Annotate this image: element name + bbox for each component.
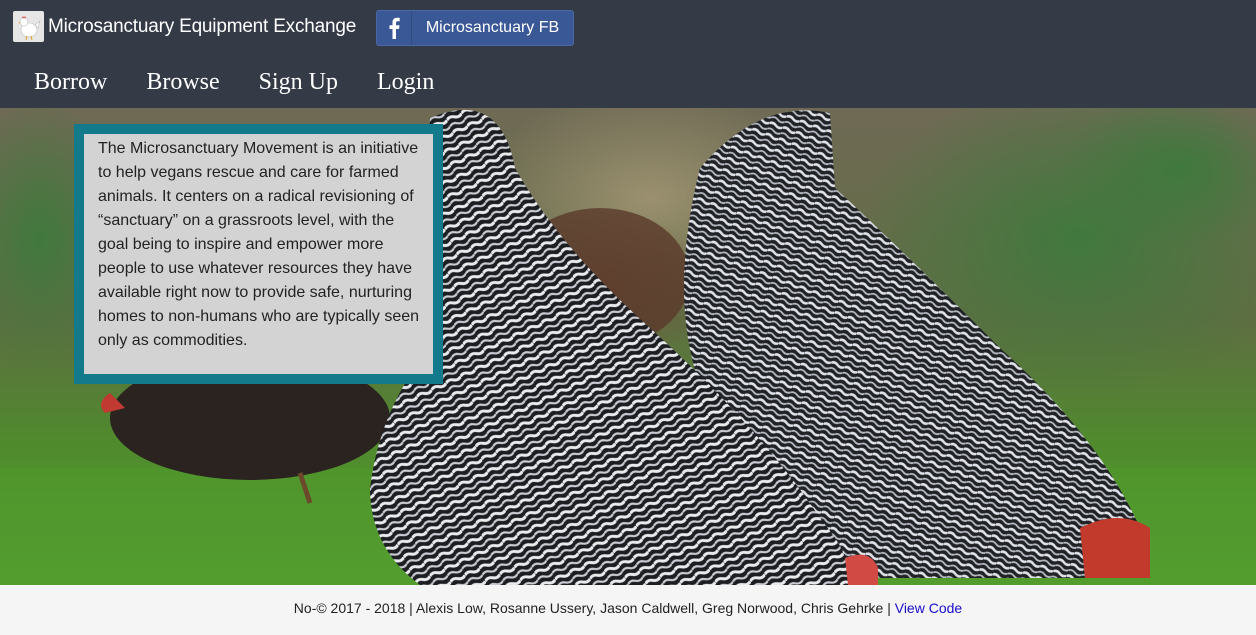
brand-title[interactable]: Microsanctuary Equipment Exchange <box>48 16 356 38</box>
footer-credits: No-© 2017 - 2018 | Alexis Low, Rosanne U… <box>293 600 895 616</box>
view-code-link[interactable]: View Code <box>895 600 962 616</box>
nav-browse[interactable]: Browse <box>146 67 219 97</box>
brand[interactable]: Microsanctuary Equipment Exchange <box>13 11 356 42</box>
intro-box: The Microsanctuary Movement is an initia… <box>74 124 443 384</box>
footer: No-© 2017 - 2018 | Alexis Low, Rosanne U… <box>0 585 1256 635</box>
footer-line: No-© 2017 - 2018 | Alexis Low, Rosanne U… <box>0 585 1256 616</box>
main-nav: Borrow Browse Sign Up Login <box>34 67 473 97</box>
facebook-button-label: Microsanctuary FB <box>425 19 560 36</box>
facebook-button[interactable]: Microsanctuary FB <box>376 10 574 46</box>
intro-text: The Microsanctuary Movement is an initia… <box>98 140 420 349</box>
hero-banner: The Microsanctuary Movement is an initia… <box>0 108 1256 585</box>
nav-login[interactable]: Login <box>377 67 434 97</box>
chicken-logo-icon <box>13 11 44 42</box>
nav-sign-up[interactable]: Sign Up <box>259 67 338 97</box>
nav-borrow[interactable]: Borrow <box>34 67 107 97</box>
top-navbar: Microsanctuary Equipment Exchange Micros… <box>0 0 1256 108</box>
facebook-icon <box>377 11 412 45</box>
